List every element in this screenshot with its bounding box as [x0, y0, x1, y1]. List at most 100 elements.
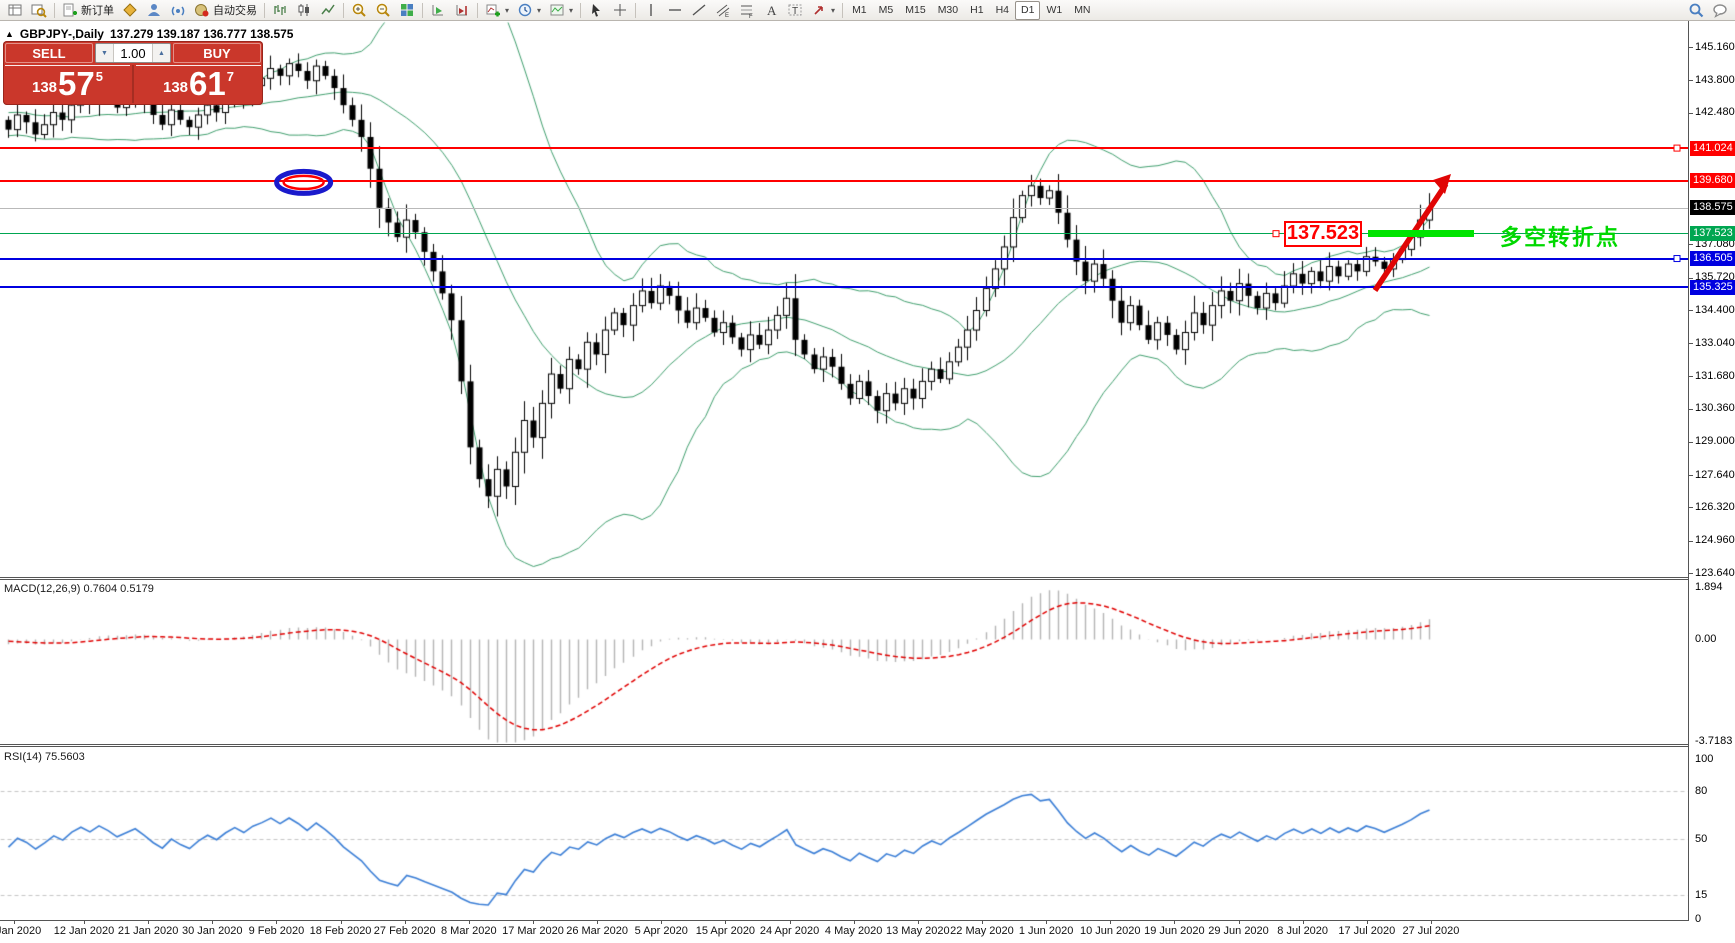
date-label: 10 Jun 2020 [1080, 925, 1141, 937]
turning-point-annotation[interactable]: 多空转折点 [1500, 220, 1620, 252]
date-tick-mark [1431, 920, 1432, 924]
autotrading-button[interactable]: 自动交易 [190, 0, 261, 20]
rsi-tick-label: 50 [1695, 833, 1707, 845]
zoom-in-button[interactable] [347, 0, 371, 20]
horizontal-line-button[interactable] [663, 0, 687, 20]
bar-chart-icon [272, 2, 288, 18]
tile-windows-icon [399, 2, 415, 18]
auto-scroll-button[interactable] [426, 0, 450, 20]
volume-widget: ▼ 1.00 ▲ [95, 43, 171, 63]
tile-windows-button[interactable] [395, 0, 419, 20]
timeframe-m15[interactable]: M15 [899, 1, 931, 20]
zoom-out-icon [375, 2, 391, 18]
buy-button[interactable]: BUY [173, 43, 261, 63]
level-line-141.024[interactable] [0, 147, 1688, 149]
date-label: 13 May 2020 [886, 925, 950, 937]
data-window-button[interactable] [27, 0, 51, 20]
trendline-button[interactable] [687, 0, 711, 20]
macd-values: 0.7604 0.5179 [83, 583, 153, 595]
date-tick-mark [533, 920, 534, 924]
buy-price[interactable]: 138 61 7 [136, 65, 261, 103]
price-tick-mark [1688, 244, 1693, 245]
chart-shift-icon [454, 2, 470, 18]
templates-button[interactable]: ▾ [545, 0, 577, 20]
toolbar-separator [580, 3, 581, 18]
indicators-icon [485, 2, 501, 18]
periods-button[interactable]: ▾ [513, 0, 545, 20]
crosshair-button[interactable] [608, 0, 632, 20]
green-zone-annotation[interactable] [1368, 230, 1474, 237]
timeframe-m5[interactable]: M5 [873, 1, 900, 20]
sell-button[interactable]: SELL [5, 43, 93, 63]
date-tick-mark [918, 920, 919, 924]
pane-divider [0, 744, 1689, 745]
equidistant-channel-button[interactable]: E [711, 0, 735, 20]
text-label-button[interactable]: T [783, 0, 807, 20]
symbol-period-label: GBPJPY-,Daily [20, 27, 104, 41]
bar-chart-button[interactable] [268, 0, 292, 20]
price-tick-label: 130.360 [1695, 402, 1735, 414]
search-button[interactable] [1684, 0, 1708, 20]
community-button[interactable] [142, 0, 166, 20]
cursor-button[interactable] [584, 0, 608, 20]
line-chart-button[interactable] [316, 0, 340, 20]
equidistant-channel-icon: E [715, 2, 731, 18]
volume-input[interactable]: 1.00 [114, 44, 152, 62]
text-button[interactable]: A [759, 0, 783, 20]
macd-tick-label: -3.7183 [1695, 735, 1732, 747]
vertical-line-button[interactable] [639, 0, 663, 20]
date-label: 30 Jan 2020 [182, 925, 243, 937]
crosshair-icon [612, 2, 628, 18]
sell-price[interactable]: 138 57 5 [5, 65, 130, 103]
date-label: 29 Jun 2020 [1208, 925, 1269, 937]
ohlc-readout: 137.279 139.187 136.777 138.575 [110, 27, 294, 41]
volume-increase-button[interactable]: ▲ [152, 44, 170, 62]
text-label-icon: T [787, 2, 803, 18]
line-chart-icon [320, 2, 336, 18]
svg-text:T: T [792, 6, 798, 17]
pane-divider [0, 579, 1689, 580]
rsi-label: RSI(14) [4, 751, 42, 763]
metaeditor-button[interactable] [118, 0, 142, 20]
timeframe-m30[interactable]: M30 [932, 1, 964, 20]
horizontal-line-icon [667, 2, 683, 18]
timeframe-d1[interactable]: D1 [1015, 1, 1040, 20]
timeframe-mn[interactable]: MN [1068, 1, 1096, 20]
current-price-line [0, 208, 1688, 209]
level-line-139.680[interactable] [0, 180, 1688, 182]
rsi-tick-label: 80 [1695, 785, 1707, 797]
level-line-135.325[interactable] [0, 286, 1688, 288]
date-tick-mark [405, 920, 406, 924]
indicators-button[interactable]: ▾ [481, 0, 513, 20]
date-tick-mark [148, 920, 149, 924]
candle-chart-button[interactable] [292, 0, 316, 20]
panel-collapse-icon[interactable]: ▲ [5, 29, 14, 39]
timeframe-w1[interactable]: W1 [1040, 1, 1068, 20]
volume-decrease-button[interactable]: ▼ [96, 44, 114, 62]
fibonacci-button[interactable]: F [735, 0, 759, 20]
signals-button[interactable] [166, 0, 190, 20]
timeframe-h1[interactable]: H1 [964, 1, 989, 20]
level-label-139.680: 139.680 [1690, 173, 1735, 188]
price-callout-box[interactable]: 137.523 [1284, 221, 1362, 247]
toolbar-separator [477, 3, 478, 18]
chart-canvas[interactable] [0, 0, 1735, 943]
level-line-136.505[interactable] [0, 258, 1688, 260]
date-tick-mark [469, 920, 470, 924]
chart-shift-button[interactable] [450, 0, 474, 20]
chat-button[interactable] [1708, 0, 1732, 20]
price-tick-mark [1688, 409, 1693, 410]
price-tick-label: 142.480 [1695, 106, 1735, 118]
zoom-out-button[interactable] [371, 0, 395, 20]
timeframe-h4[interactable]: H4 [990, 1, 1015, 20]
new-order-button[interactable]: 新订单 [58, 0, 118, 20]
price-tick-mark [1688, 278, 1693, 279]
date-label: 17 Jul 2020 [1338, 925, 1395, 937]
market-watch-button[interactable] [3, 0, 27, 20]
date-tick-mark [276, 920, 277, 924]
toolbar-separator [842, 3, 843, 18]
toolbar-separator [343, 3, 344, 18]
price-tick-label: 145.160 [1695, 41, 1735, 53]
timeframe-m1[interactable]: M1 [846, 1, 873, 20]
arrows-button[interactable]: ▾ [807, 0, 839, 20]
